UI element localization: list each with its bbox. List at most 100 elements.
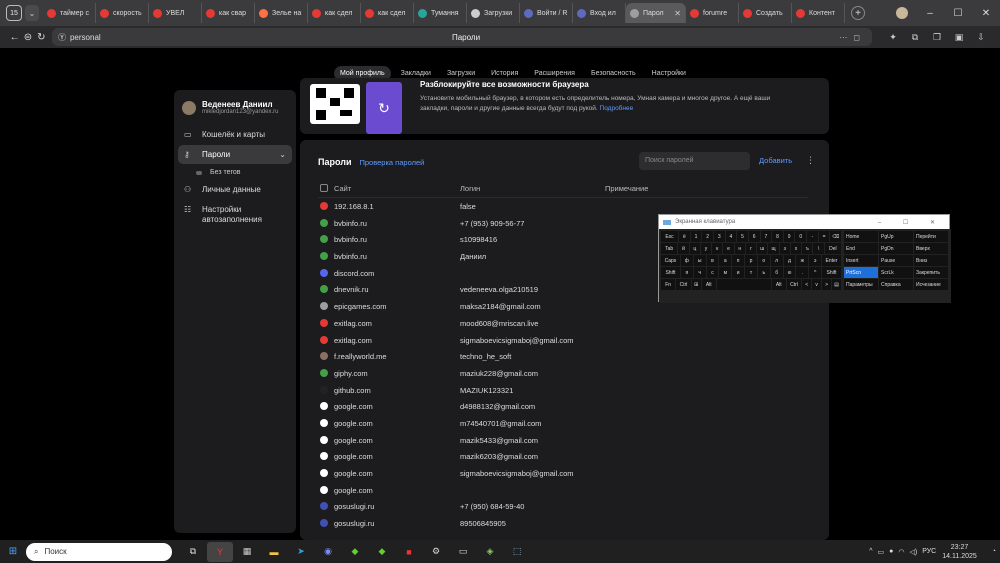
osk-key[interactable]: Shift bbox=[661, 267, 680, 278]
osk-key[interactable]: Вниз bbox=[914, 255, 948, 266]
table-row[interactable]: exitlag.com mood608@mriscan.live bbox=[318, 315, 808, 332]
app-icon[interactable]: ▦ bbox=[234, 542, 260, 562]
osk-key[interactable]: v bbox=[812, 279, 822, 290]
osk-key[interactable]: = bbox=[818, 231, 830, 242]
osk-key[interactable]: о bbox=[757, 255, 770, 266]
osk-key[interactable]: д bbox=[783, 255, 796, 266]
osk-key[interactable]: ц bbox=[689, 243, 700, 254]
table-row[interactable]: google.com m74540701@gmail.com bbox=[318, 415, 808, 432]
table-row[interactable]: google.com sigmaboevicsigmaboj@gmail.com bbox=[318, 465, 808, 482]
osk-key[interactable]: Tab bbox=[661, 243, 678, 254]
notifications-icon[interactable]: ◔ bbox=[992, 548, 996, 555]
osk-window-controls[interactable]: – ☐ ✕ bbox=[878, 219, 945, 226]
osk-key[interactable]: ⊞ bbox=[691, 279, 701, 290]
browser-tab[interactable]: Тумання bbox=[414, 3, 467, 23]
osk-key[interactable]: ч bbox=[693, 267, 706, 278]
osk-key[interactable]: и bbox=[732, 267, 745, 278]
minecraft-icon[interactable]: ◆ bbox=[342, 542, 368, 562]
table-row[interactable]: giphy.com maziuk228@gmail.com bbox=[318, 365, 808, 382]
osk-key[interactable]: ж bbox=[796, 255, 809, 266]
browser-tab[interactable]: таймер с bbox=[43, 3, 96, 23]
osk-key[interactable]: 8 bbox=[772, 231, 783, 242]
sidebar-item-wallet[interactable]: ▭ Кошелёк и карты bbox=[178, 125, 292, 144]
puzzle-icon[interactable]: ⧉ bbox=[904, 32, 926, 43]
tabs-dropdown-icon[interactable]: ⌄ bbox=[25, 5, 39, 21]
account-avatar[interactable] bbox=[896, 7, 908, 19]
osk-key[interactable]: ^ bbox=[809, 267, 822, 278]
osk-key[interactable]: > bbox=[822, 279, 832, 290]
browser-tab[interactable]: Загрузки bbox=[467, 3, 520, 23]
osk-key[interactable]: . bbox=[796, 267, 809, 278]
table-row[interactable]: google.com d4988132@gmail.com bbox=[318, 398, 808, 415]
osk-key[interactable]: ▤ bbox=[832, 279, 842, 290]
osk-key[interactable]: PgDn bbox=[879, 243, 913, 254]
osk-key[interactable]: й bbox=[678, 243, 689, 254]
osk-key[interactable]: PgUp bbox=[879, 231, 913, 242]
mic-icon[interactable]: ● bbox=[889, 548, 893, 555]
osk-key[interactable]: х bbox=[790, 243, 802, 254]
osk-key[interactable]: 5 bbox=[737, 231, 748, 242]
taskbar-search[interactable]: ⌕ Поиск bbox=[26, 542, 172, 561]
settings-gear-icon[interactable]: ⚙ bbox=[423, 542, 449, 562]
minecraft-launcher-icon[interactable]: ◆ bbox=[369, 542, 395, 562]
osk-key[interactable]: г bbox=[745, 243, 757, 254]
protect-icon[interactable]: ⊜ bbox=[21, 32, 34, 43]
osk-key[interactable]: л bbox=[770, 255, 783, 266]
table-row[interactable]: google.com mazik6203@gmail.com bbox=[318, 448, 808, 465]
osk-key[interactable]: - bbox=[807, 231, 818, 242]
osk-key[interactable]: ⌫ bbox=[830, 231, 841, 242]
explorer-icon[interactable]: ▬ bbox=[261, 542, 287, 562]
osk-titlebar[interactable]: Экранная клавиатура – ☐ ✕ bbox=[659, 215, 949, 229]
maximize-icon[interactable]: ☐ bbox=[944, 8, 972, 19]
sidebar-item-autofill[interactable]: ☷ Настройки автозаполнения bbox=[178, 200, 292, 230]
osk-key[interactable]: Del bbox=[824, 243, 842, 254]
osk-key[interactable]: 7 bbox=[760, 231, 772, 242]
back-icon[interactable]: ← bbox=[8, 32, 21, 43]
yandex-browser-icon[interactable]: Y bbox=[207, 541, 233, 562]
osk-key[interactable]: Home bbox=[844, 231, 878, 242]
browser-tab[interactable]: Вход ил bbox=[573, 3, 626, 23]
media-icon[interactable]: ■ bbox=[396, 542, 422, 562]
osk-key[interactable]: Enter bbox=[822, 255, 841, 266]
minimize-icon[interactable]: – bbox=[916, 8, 944, 19]
sidebar-item-passwords[interactable]: ⚷ Пароли ⌄ bbox=[178, 145, 292, 164]
osk-key[interactable]: Ctrl bbox=[676, 279, 691, 290]
select-all-checkbox[interactable] bbox=[320, 184, 328, 192]
task-view-icon[interactable]: ⧉ bbox=[180, 542, 206, 562]
browser-tab[interactable]: Создать bbox=[739, 3, 792, 23]
osk-key[interactable]: ScrLk bbox=[879, 267, 913, 278]
browser-tab[interactable]: УВЕЛ bbox=[149, 3, 202, 23]
osk-key[interactable]: Справка bbox=[879, 279, 913, 290]
browser-tab[interactable]: Войти / R bbox=[520, 3, 573, 23]
table-row[interactable]: google.com mazik5433@gmail.com bbox=[318, 432, 808, 449]
osk-key[interactable]: Параметры bbox=[844, 279, 878, 290]
osk-key[interactable]: Insert bbox=[844, 255, 878, 266]
table-row[interactable]: github.com MAZIUK123321 bbox=[318, 382, 808, 399]
osk-key[interactable]: Закрепить bbox=[914, 267, 948, 278]
table-row[interactable]: google.com bbox=[318, 482, 808, 499]
osk-key[interactable]: к bbox=[712, 243, 723, 254]
osk-key[interactable]: м bbox=[719, 267, 732, 278]
osk-key[interactable]: б bbox=[770, 267, 783, 278]
osk-key[interactable]: ю bbox=[783, 267, 796, 278]
osk-key[interactable]: ъ bbox=[802, 243, 813, 254]
osk-key[interactable]: с bbox=[706, 267, 719, 278]
osk-key[interactable]: PrtScn bbox=[844, 267, 878, 278]
osk-key[interactable]: < bbox=[802, 279, 812, 290]
clock[interactable]: 23:27 14.11.2025 bbox=[942, 543, 977, 561]
table-row[interactable]: 192.168.8.1 false bbox=[318, 198, 808, 215]
table-row[interactable]: gosuslugi.ru +7 (950) 684-59-40 bbox=[318, 498, 808, 515]
tab-counter[interactable]: 15 bbox=[6, 5, 22, 21]
chevron-up-icon[interactable]: ^ bbox=[869, 548, 872, 555]
osk-key[interactable]: Alt bbox=[701, 279, 716, 290]
url-actions-icon[interactable]: ⋯◻ bbox=[839, 33, 866, 42]
discord-icon[interactable]: ◉ bbox=[315, 542, 341, 562]
osk-key[interactable]: 3 bbox=[713, 231, 725, 242]
battery-icon[interactable]: ▭ bbox=[878, 548, 885, 556]
more-icon[interactable]: ⋮ bbox=[806, 155, 815, 166]
search-input[interactable]: Поиск паролей bbox=[639, 152, 750, 170]
tab-close-icon[interactable]: ✕ bbox=[674, 9, 681, 18]
osk-key[interactable]: у bbox=[700, 243, 712, 254]
osk-key[interactable]: 1 bbox=[690, 231, 702, 242]
profile[interactable]: Веденеев Даниил mikledjordan123@yandex.r… bbox=[178, 98, 292, 125]
